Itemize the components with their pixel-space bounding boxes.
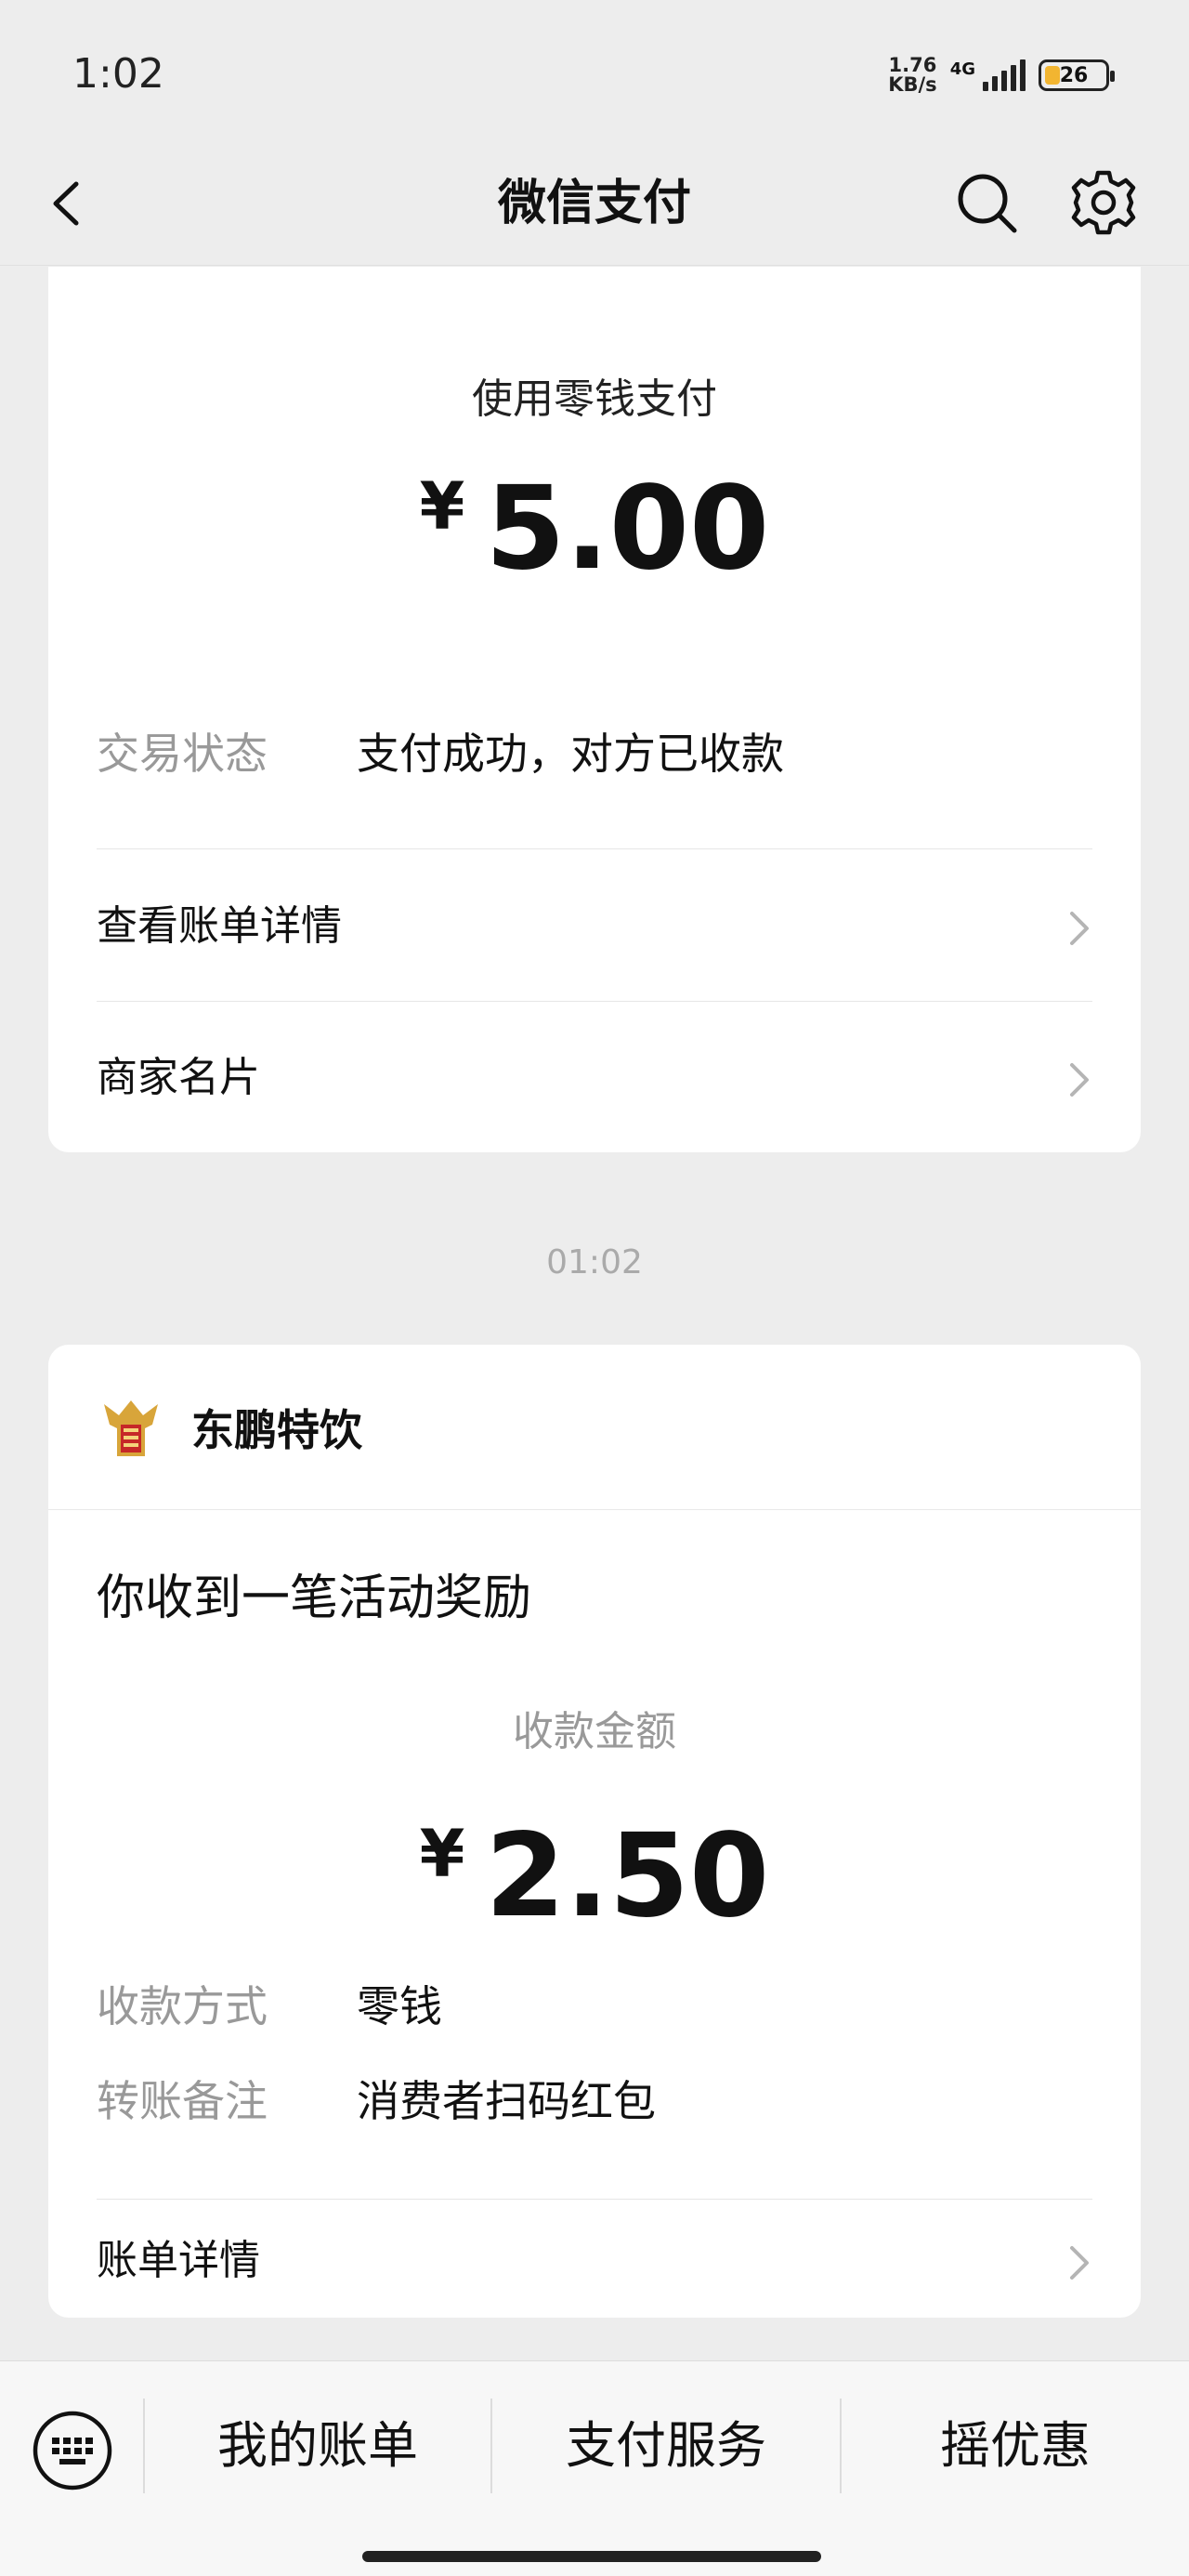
receive-method-value: 零钱 [357,1981,442,2031]
receive-method-key: 收款方式 [97,1981,268,2031]
nav-bar: 微信支付 [0,149,1189,266]
menu-payment-services[interactable]: 支付服务 [492,2399,840,2493]
merchant-card-link[interactable]: 商家名片 [97,1032,1092,1124]
amount-value: 2.50 [485,1809,770,1943]
merchant-logo-icon [104,1400,158,1456]
divider [97,2199,1092,2200]
currency-symbol: ¥ [419,1816,465,1892]
reward-bill-detail-link[interactable]: 账单详情 [97,2215,1092,2307]
status-value: 支付成功，对方已收款 [357,729,784,779]
menu-shake-deals[interactable]: 摇优惠 [842,2399,1189,2493]
message-timestamp: 01:02 [546,1243,643,1281]
payment-card: 使用零钱支付 ¥5.00 交易状态 支付成功，对方已收款 查看账单详情 商家名片 [48,267,1141,1152]
payment-amount: ¥5.00 [48,462,1141,596]
receive-amount-label: 收款金额 [513,1708,676,1755]
transfer-note-key: 转账备注 [97,2076,268,2126]
status-time: 1:02 [72,50,164,98]
divider [97,848,1092,849]
chevron-right-icon [1070,912,1089,945]
bill-detail-label: 账单详情 [97,2237,260,2284]
reward-amount: ¥2.50 [48,1809,1141,1943]
merchant-card-label: 商家名片 [97,1054,260,1101]
reward-title: 你收到一笔活动奖励 [97,1571,532,1626]
menu-my-bills[interactable]: 我的账单 [145,2399,490,2493]
status-key: 交易状态 [97,729,268,779]
bottom-menu-bar: 我的账单 支付服务 摇优惠 [0,2360,1189,2576]
divider [97,1001,1092,1002]
merchant-name: 东鹏特饮 [191,1405,362,1455]
chevron-right-icon [1070,2246,1089,2280]
network-type: 4G [949,59,975,79]
amount-value: 5.00 [485,462,770,596]
status-indicators: 1.76 KB/s 4G 26 [888,54,1115,96]
merchant-header[interactable]: 东鹏特饮 [48,1345,1141,1510]
search-icon[interactable] [951,167,1022,238]
pay-method-label: 使用零钱支付 [472,375,717,423]
bill-detail-label: 查看账单详情 [97,902,342,950]
transfer-note-value: 消费者扫码红包 [357,2076,656,2126]
battery-icon: 26 [1039,59,1115,91]
bill-detail-link[interactable]: 查看账单详情 [97,880,1092,973]
battery-level: 26 [1059,63,1089,87]
status-bar: 1:02 1.76 KB/s 4G 26 [0,0,1189,149]
keyboard-icon[interactable] [32,2410,113,2491]
signal-icon: 4G [950,59,1026,91]
gear-icon[interactable] [1066,165,1141,240]
network-speed: 1.76 KB/s [888,54,937,96]
reward-card: 东鹏特饮 你收到一笔活动奖励 收款金额 ¥2.50 收款方式 零钱 转账备注 消… [48,1345,1141,2318]
home-indicator[interactable] [362,2551,821,2562]
chevron-right-icon [1070,1063,1089,1097]
currency-symbol: ¥ [419,468,465,545]
